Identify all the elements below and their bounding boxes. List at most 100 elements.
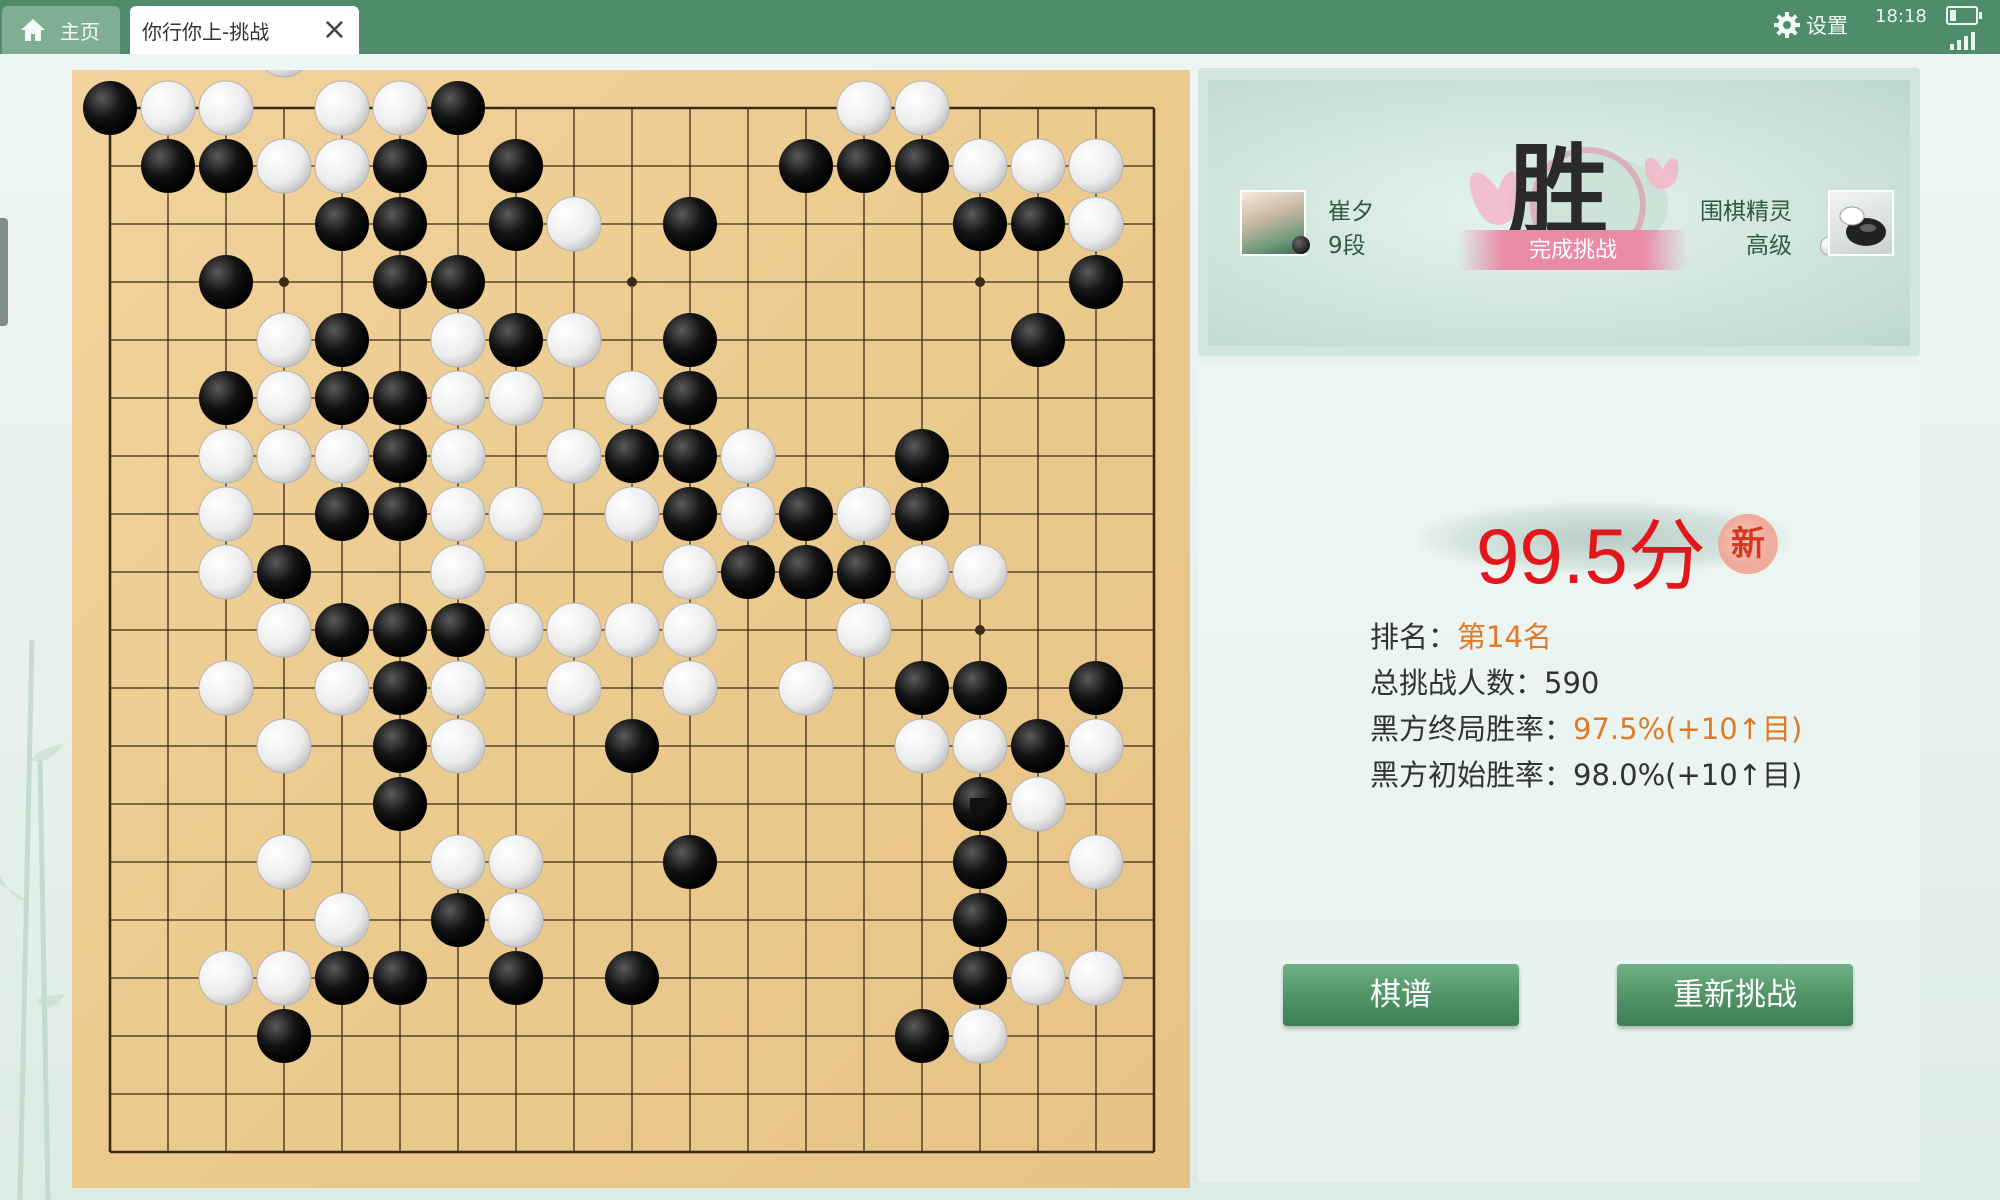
stat-total-label: 总挑战人数： [1370, 666, 1545, 700]
black-stone [895, 1009, 949, 1063]
go-board-grid[interactable] [72, 70, 1190, 1188]
white-stone [546, 602, 602, 658]
black-stone [953, 893, 1007, 947]
black-stone-icon [1292, 236, 1310, 254]
settings-label: 设置 [1806, 14, 1848, 38]
white-stone [1010, 950, 1066, 1006]
stat-init-rate-label: 黑方初始胜率： [1370, 758, 1574, 792]
white-stone [720, 428, 776, 484]
black-stone [315, 371, 369, 425]
result-card: 崔夕 9段 胜 完成挑战 围棋精灵 高级 [1198, 68, 1920, 356]
white-stone [1068, 950, 1124, 1006]
home-icon [21, 19, 45, 41]
black-stone [779, 545, 833, 599]
white-stone [952, 718, 1008, 774]
white-stone [720, 486, 776, 542]
black-stone [663, 197, 717, 251]
star-point [975, 625, 985, 635]
clock: 18:18 [1875, 6, 1927, 27]
white-stone [952, 1008, 1008, 1064]
white-stone [430, 834, 486, 890]
black-stone [83, 81, 137, 135]
black-stone [373, 371, 427, 425]
white-stone [430, 718, 486, 774]
black-stone [431, 255, 485, 309]
black-stone [953, 951, 1007, 1005]
retry-challenge-button[interactable]: 重新挑战 [1617, 964, 1853, 1026]
white-stone [256, 138, 312, 194]
white-stone [265, 70, 303, 78]
white-stone [778, 660, 834, 716]
stat-end-rate: 黑方终局胜率：97.5%(+10↑目) [1370, 706, 1802, 748]
white-stone [1068, 718, 1124, 774]
new-record-badge: 新 [1718, 514, 1778, 574]
stat-total-value: 590 [1544, 666, 1600, 700]
black-stone [315, 197, 369, 251]
go-board[interactable] [72, 70, 1190, 1188]
black-stone [257, 1009, 311, 1063]
star-point [627, 277, 637, 287]
player-right-rank: 高级 [1746, 233, 1792, 259]
white-stone [430, 544, 486, 600]
white-stone [488, 834, 544, 890]
black-stone [1069, 255, 1123, 309]
black-stone [895, 661, 949, 715]
white-stone [546, 196, 602, 252]
white-stone [256, 950, 312, 1006]
white-stone [314, 138, 370, 194]
player-right-avatar [1828, 190, 1894, 256]
white-stone [836, 602, 892, 658]
top-bar: 主页 你行你上-挑战 × 设置 18:18 [0, 0, 2000, 54]
white-stone [198, 950, 254, 1006]
white-stone [198, 544, 254, 600]
black-stone [1069, 661, 1123, 715]
white-stone [430, 312, 486, 368]
black-stone [373, 197, 427, 251]
white-stone [1068, 834, 1124, 890]
stat-rank: 排名：第14名 [1370, 614, 1552, 656]
settings-button[interactable]: 设置 [1772, 10, 1848, 40]
white-stone [430, 370, 486, 426]
white-stone [836, 80, 892, 136]
black-stone [199, 255, 253, 309]
white-stone [952, 138, 1008, 194]
white-stone [488, 370, 544, 426]
signal-icon [1950, 32, 1975, 50]
close-icon[interactable]: × [322, 15, 347, 45]
white-stone [546, 428, 602, 484]
white-stone [140, 80, 196, 136]
black-stone [315, 951, 369, 1005]
stat-end-rate-label: 黑方终局胜率： [1370, 712, 1574, 746]
white-stone [314, 660, 370, 716]
black-stone [373, 603, 427, 657]
black-stone [605, 951, 659, 1005]
player-left-name: 崔夕 [1328, 199, 1374, 225]
black-stone [315, 487, 369, 541]
tab-challenge[interactable]: 你行你上-挑战 × [130, 6, 359, 54]
star-point [279, 277, 289, 287]
tab-home[interactable]: 主页 [2, 6, 120, 54]
result-banner: 崔夕 9段 胜 完成挑战 围棋精灵 高级 [1208, 80, 1910, 346]
score-display: 99.5分 [1476, 494, 1706, 606]
black-stone [315, 313, 369, 367]
side-drawer-handle[interactable] [0, 218, 8, 326]
white-stone [488, 892, 544, 948]
black-stone [373, 255, 427, 309]
black-stone [373, 951, 427, 1005]
white-stone [198, 80, 254, 136]
white-stone [1010, 138, 1066, 194]
black-stone [489, 951, 543, 1005]
stat-rank-label: 排名： [1370, 620, 1458, 654]
stat-total: 总挑战人数：590 [1370, 660, 1599, 702]
black-stone [489, 313, 543, 367]
gear-icon [1774, 12, 1800, 38]
white-stone [894, 544, 950, 600]
black-stone [663, 835, 717, 889]
white-stone [256, 834, 312, 890]
game-record-button[interactable]: 棋谱 [1283, 964, 1519, 1026]
white-stone [256, 370, 312, 426]
white-stone [836, 486, 892, 542]
white-stone [546, 312, 602, 368]
white-stone [662, 660, 718, 716]
white-stone [256, 428, 312, 484]
